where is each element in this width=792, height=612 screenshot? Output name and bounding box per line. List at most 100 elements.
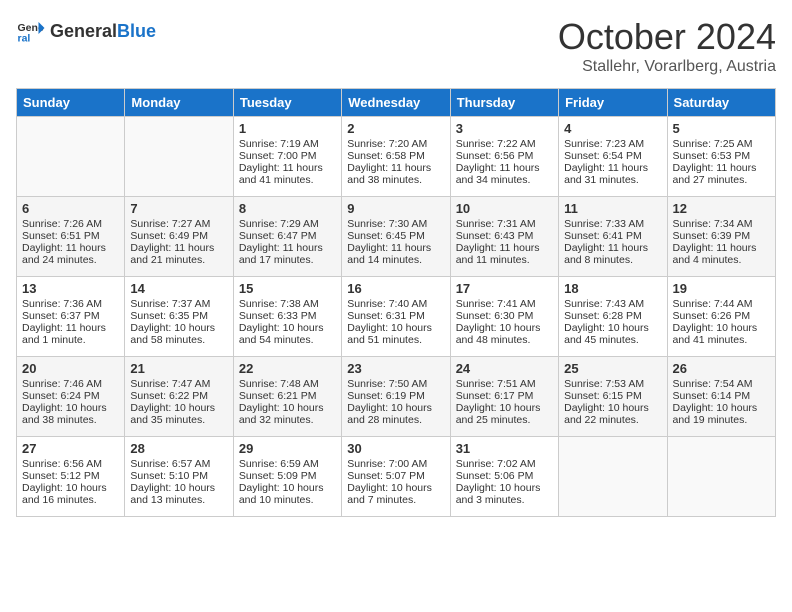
week-row-3: 20Sunrise: 7:46 AMSunset: 6:24 PMDayligh… — [17, 357, 776, 437]
calendar-cell: 29Sunrise: 6:59 AMSunset: 5:09 PMDayligh… — [233, 437, 341, 517]
day-info-line: Sunrise: 6:56 AM — [22, 458, 119, 470]
day-info-line: Sunrise: 7:38 AM — [239, 298, 336, 310]
day-info-line: Sunset: 7:00 PM — [239, 150, 336, 162]
day-info-line: Sunrise: 7:02 AM — [456, 458, 553, 470]
location-title: Stallehr, Vorarlberg, Austria — [558, 58, 776, 76]
day-info-line: Sunrise: 6:59 AM — [239, 458, 336, 470]
day-header-thursday: Thursday — [450, 89, 558, 117]
day-info-line: Sunrise: 7:30 AM — [347, 218, 444, 230]
day-info-line: Sunset: 6:30 PM — [456, 310, 553, 322]
day-number: 7 — [130, 201, 227, 216]
week-row-2: 13 Sunrise: 7:36 AMSunset: 6:37 PM Dayligh… — [17, 277, 776, 357]
week-row-4: 27Sunrise: 6:56 AMSunset: 5:12 PMDayligh… — [17, 437, 776, 517]
calendar-cell: 11Sunrise: 7:33 AMSunset: 6:41 PMDayligh… — [559, 197, 667, 277]
day-number: 8 — [239, 201, 336, 216]
calendar-cell: 22Sunrise: 7:48 AMSunset: 6:21 PMDayligh… — [233, 357, 341, 437]
calendar-cell: 14Sunrise: 7:37 AMSunset: 6:35 PMDayligh… — [125, 277, 233, 357]
day-info-line: Sunset: 6:49 PM — [130, 230, 227, 242]
day-info-line: Daylight: 10 hours and 13 minutes. — [130, 482, 227, 506]
day-info-line: Sunrise: 7:37 AM — [130, 298, 227, 310]
calendar-cell: 5Sunrise: 7:25 AMSunset: 6:53 PMDaylight… — [667, 117, 775, 197]
day-number: 5 — [673, 121, 770, 136]
calendar-cell: 31Sunrise: 7:02 AMSunset: 5:06 PMDayligh… — [450, 437, 558, 517]
calendar-cell — [559, 437, 667, 517]
day-info-line: Daylight: 10 hours and 54 minutes. — [239, 322, 336, 346]
logo: Gene ral GeneralBlue — [16, 16, 156, 46]
day-info-line: Daylight: 11 hours and 34 minutes. — [456, 162, 553, 186]
day-info-line: Sunrise: 7:20 AM — [347, 138, 444, 150]
day-info-line: Sunrise: 6:57 AM — [130, 458, 227, 470]
day-info-line: Daylight: 11 hours and 38 minutes. — [347, 162, 444, 186]
calendar-table: SundayMondayTuesdayWednesdayThursdayFrid… — [16, 88, 776, 517]
day-info-line: Sunrise: 7:36 AM — [22, 298, 119, 310]
day-number: 20 — [22, 361, 119, 376]
day-info-line: Sunrise: 7:25 AM — [673, 138, 770, 150]
day-info-line: Sunrise: 7:29 AM — [239, 218, 336, 230]
day-number: 31 — [456, 441, 553, 456]
day-info-line: Sunset: 6:19 PM — [347, 390, 444, 402]
day-number: 16 — [347, 281, 444, 296]
day-info-line: Sunrise: 7:41 AM — [456, 298, 553, 310]
week-row-1: 6Sunrise: 7:26 AMSunset: 6:51 PMDaylight… — [17, 197, 776, 277]
day-number: 9 — [347, 201, 444, 216]
day-info-line: Sunset: 6:26 PM — [673, 310, 770, 322]
day-number: 13 — [22, 281, 119, 296]
day-info-line: Sunrise: 7:46 AM — [22, 378, 119, 390]
calendar-cell: 2Sunrise: 7:20 AMSunset: 6:58 PMDaylight… — [342, 117, 450, 197]
week-row-0: 1Sunrise: 7:19 AMSunset: 7:00 PMDaylight… — [17, 117, 776, 197]
day-number: 6 — [22, 201, 119, 216]
logo-text-blue: Blue — [117, 21, 156, 42]
day-info-line: Daylight: 10 hours and 3 minutes. — [456, 482, 553, 506]
day-number: 12 — [673, 201, 770, 216]
day-info-line: Daylight: 10 hours and 41 minutes. — [673, 322, 770, 346]
day-info-line: Sunset: 6:28 PM — [564, 310, 661, 322]
day-info-line: Daylight: 10 hours and 38 minutes. — [22, 402, 119, 426]
day-number: 1 — [239, 121, 336, 136]
day-info-line: Sunrise: 7:26 AM — [22, 218, 119, 230]
calendar-cell: 10Sunrise: 7:31 AMSunset: 6:43 PMDayligh… — [450, 197, 558, 277]
calendar-cell — [17, 117, 125, 197]
calendar-cell: 28Sunrise: 6:57 AMSunset: 5:10 PMDayligh… — [125, 437, 233, 517]
day-info-line: Daylight: 11 hours and 41 minutes. — [239, 162, 336, 186]
day-info-line: Daylight: 10 hours and 25 minutes. — [456, 402, 553, 426]
day-info-line: Sunset: 6:33 PM — [239, 310, 336, 322]
day-header-saturday: Saturday — [667, 89, 775, 117]
day-info-line: Sunset: 6:35 PM — [130, 310, 227, 322]
day-info-line: Daylight: 11 hours and 8 minutes. — [564, 242, 661, 266]
day-number: 11 — [564, 201, 661, 216]
day-info-line: Daylight: 10 hours and 51 minutes. — [347, 322, 444, 346]
day-info-line: Sunset: 6:39 PM — [673, 230, 770, 242]
calendar-cell: 26Sunrise: 7:54 AMSunset: 6:14 PMDayligh… — [667, 357, 775, 437]
calendar-cell: 23Sunrise: 7:50 AMSunset: 6:19 PMDayligh… — [342, 357, 450, 437]
calendar-cell: 1Sunrise: 7:19 AMSunset: 7:00 PMDaylight… — [233, 117, 341, 197]
calendar-cell: 12Sunrise: 7:34 AMSunset: 6:39 PMDayligh… — [667, 197, 775, 277]
calendar-cell: 4Sunrise: 7:23 AMSunset: 6:54 PMDaylight… — [559, 117, 667, 197]
day-info-line: Sunrise: 7:54 AM — [673, 378, 770, 390]
calendar-cell: 20Sunrise: 7:46 AMSunset: 6:24 PMDayligh… — [17, 357, 125, 437]
day-info-line: Sunset: 5:09 PM — [239, 470, 336, 482]
day-info-line: Sunset: 6:47 PM — [239, 230, 336, 242]
days-of-week-row: SundayMondayTuesdayWednesdayThursdayFrid… — [17, 89, 776, 117]
day-info-line: Daylight: 10 hours and 19 minutes. — [673, 402, 770, 426]
day-info-line: Sunrise: 7:48 AM — [239, 378, 336, 390]
day-info-line: Sunrise: 7:47 AM — [130, 378, 227, 390]
day-info-line: Sunrise: 7:00 AM — [347, 458, 444, 470]
day-info-line: Sunset: 5:10 PM — [130, 470, 227, 482]
day-number: 25 — [564, 361, 661, 376]
day-info-line: Daylight: 10 hours and 10 minutes. — [239, 482, 336, 506]
day-info-line: Daylight: 10 hours and 32 minutes. — [239, 402, 336, 426]
day-number: 14 — [130, 281, 227, 296]
calendar-cell: 19Sunrise: 7:44 AMSunset: 6:26 PMDayligh… — [667, 277, 775, 357]
day-info-line: Daylight: 10 hours and 48 minutes. — [456, 322, 553, 346]
calendar-header: SundayMondayTuesdayWednesdayThursdayFrid… — [17, 89, 776, 117]
calendar-cell — [667, 437, 775, 517]
day-header-wednesday: Wednesday — [342, 89, 450, 117]
calendar-cell: 18Sunrise: 7:43 AMSunset: 6:28 PMDayligh… — [559, 277, 667, 357]
day-info-line: Daylight: 10 hours and 16 minutes. — [22, 482, 119, 506]
day-number: 4 — [564, 121, 661, 136]
day-info-line: Sunset: 6:17 PM — [456, 390, 553, 402]
day-info-line: Sunset: 6:37 PM — [22, 310, 119, 322]
day-info-line: Sunset: 6:43 PM — [456, 230, 553, 242]
day-info-line: Sunset: 6:14 PM — [673, 390, 770, 402]
day-header-monday: Monday — [125, 89, 233, 117]
